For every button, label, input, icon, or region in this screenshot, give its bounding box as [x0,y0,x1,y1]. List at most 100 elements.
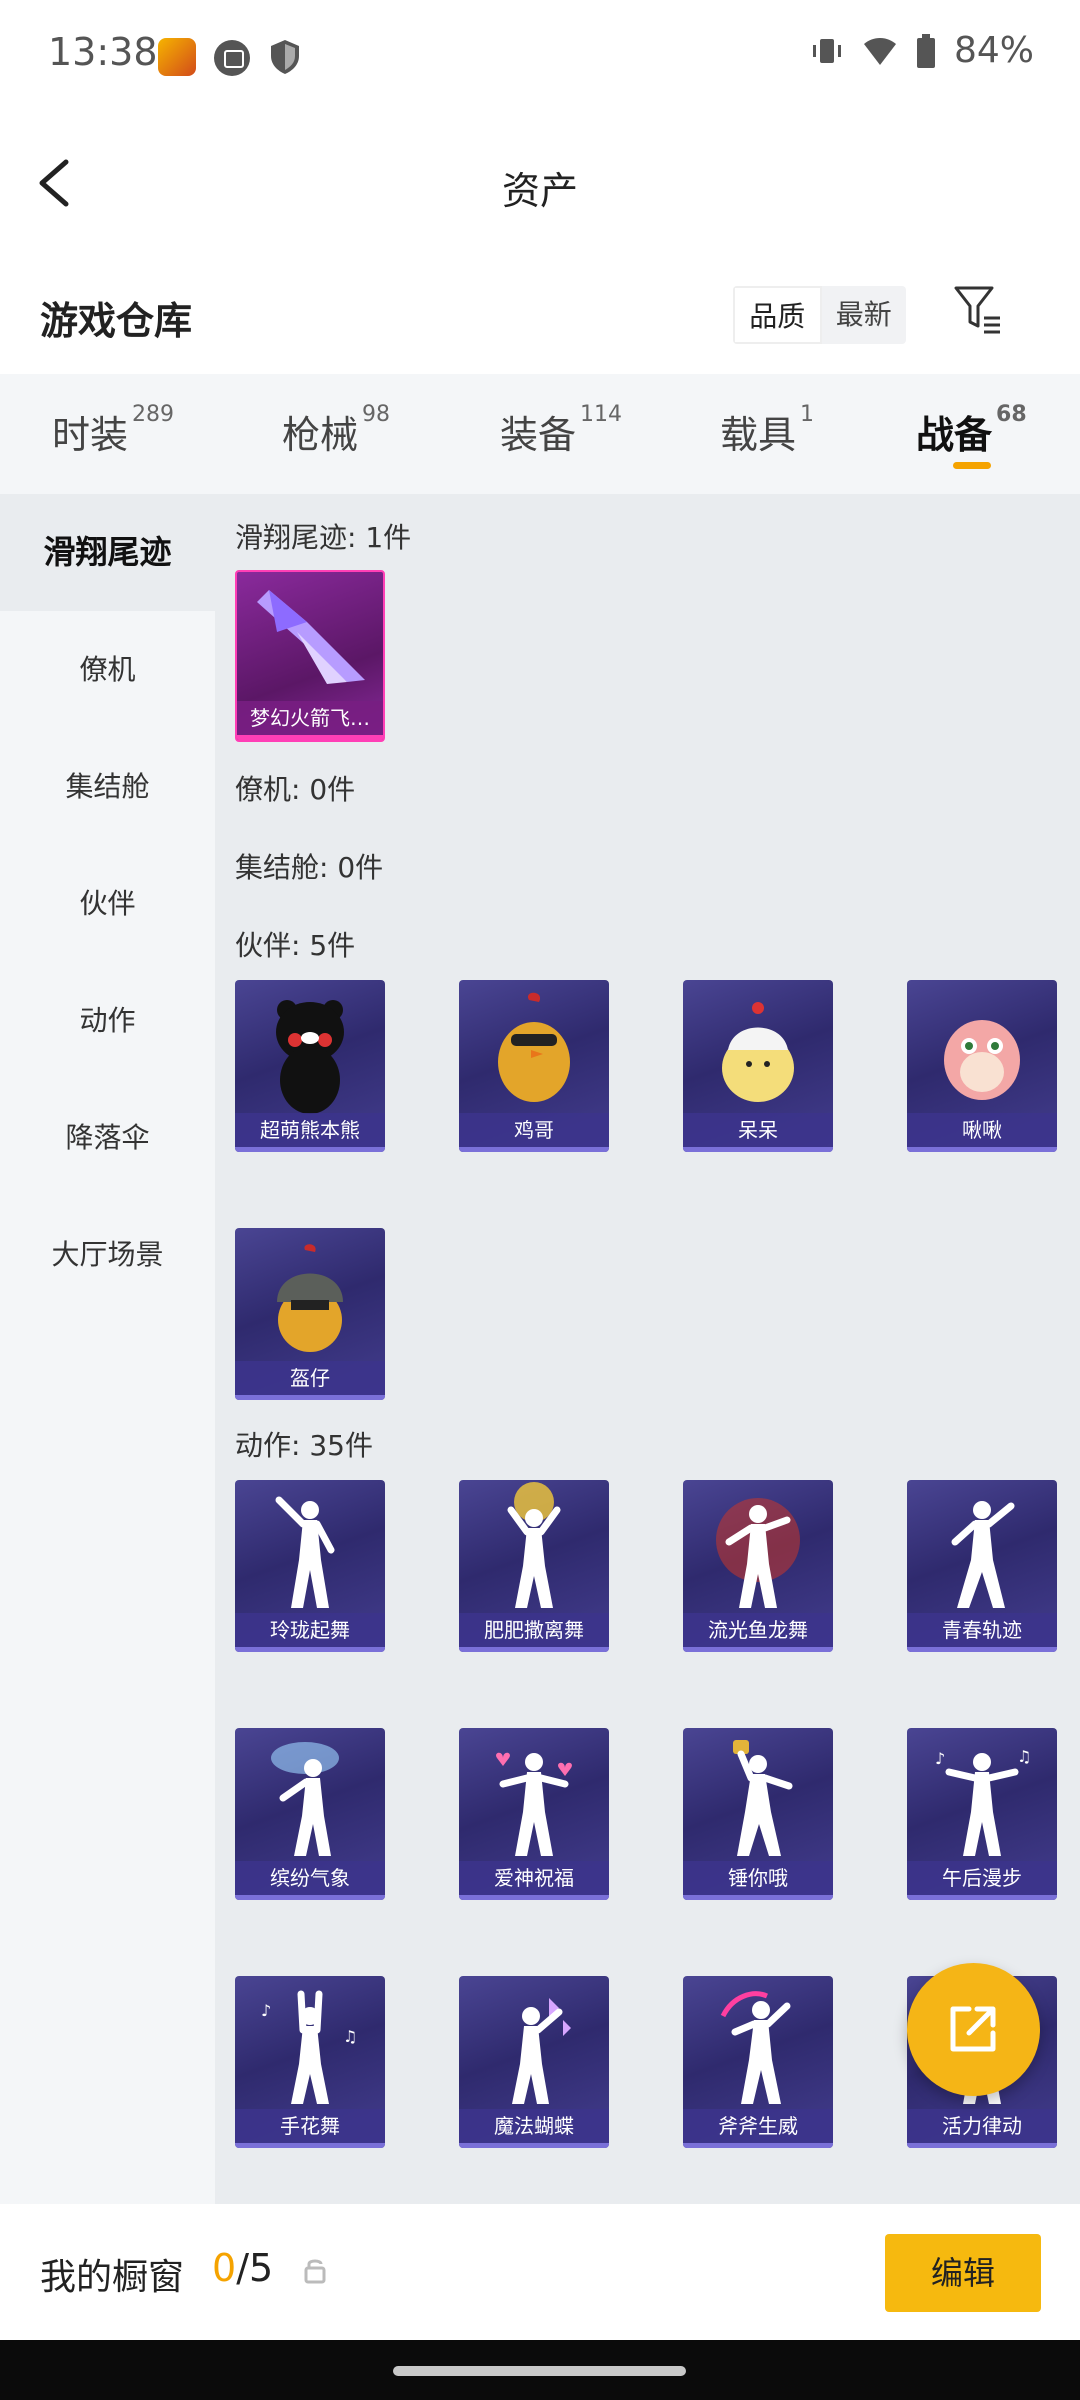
wifi-icon [863,37,896,65]
helmet-chick-image [277,1244,343,1352]
tab-weapons[interactable]: 枪械 98 [282,402,391,459]
sort-quality-button[interactable]: 品质 [733,286,822,344]
item-name: 呆呆 [683,1113,833,1147]
sidebar-item-partner[interactable]: 伙伴 [0,845,215,962]
dancer-image [512,1998,571,2104]
sidebar-item-parachute[interactable]: 降落伞 [0,1079,215,1196]
item-card[interactable]: 青春轨迹 [907,1480,1057,1652]
tab-label: 枪械 [282,413,359,457]
dancer-image [951,1501,1015,1608]
item-card[interactable]: 盔仔 [235,1228,385,1400]
item-card[interactable]: 鸡哥 [459,980,609,1152]
item-name: 活力律动 [907,2109,1057,2143]
share-icon [950,2006,996,2052]
lock-icon [304,2259,326,2284]
glide-section-label: 滑翔尾迹: 1件 [235,521,412,554]
partner-section-label: 伙伴: 5件 [235,929,356,962]
showcase-label: 我的橱窗 [40,2257,185,2298]
svg-text:♪: ♪ [261,2001,271,2020]
pink-bird-image [944,1020,1020,1100]
dancer-image [720,1991,791,2104]
item-card[interactable]: 玲珑起舞 [235,1480,385,1652]
item-card[interactable]: 魔法蝴蝶 [459,1976,609,2148]
filter-icon[interactable] [952,282,1004,338]
active-tab-indicator [953,462,991,469]
dancer-image [716,1498,800,1608]
item-card[interactable]: 啾啾 [907,980,1057,1152]
tab-label: 装备 [500,413,577,457]
svg-text:♫: ♫ [1017,1747,1031,1766]
sidebar-item-lobby-scene[interactable]: 大厅场景 [0,1196,215,1313]
sort-newest-button[interactable]: 最新 [822,286,907,344]
warehouse-title: 游戏仓库 [40,299,193,343]
item-card[interactable]: 肥肥撒离舞 [459,1480,609,1652]
tab-label: 战备 [916,413,993,457]
item-name: 缤纷气象 [235,1861,385,1895]
sidebar-item-rally-pod[interactable]: 集结舱 [0,728,215,845]
tab-vehicles[interactable]: 载具 1 [720,402,814,459]
item-name: 午后漫步 [907,1861,1057,1895]
status-bar: 13:38 84% [0,0,1080,110]
item-card[interactable]: 超萌熊本熊 [235,980,385,1152]
item-card[interactable]: 梦幻火箭飞… [235,570,385,742]
item-name: 锤你哦 [683,1861,833,1895]
item-name: 魔法蝴蝶 [459,2109,609,2143]
dancer-image: ♪♫ [261,1990,357,2104]
share-button[interactable] [907,1963,1040,2096]
item-card[interactable]: ♪ ♫ 手花舞 [235,1976,385,2148]
page-title: 资产 [501,169,578,213]
shield-icon [271,40,299,74]
tab-count: 98 [362,402,391,427]
sidebar-item-emote[interactable]: 动作 [0,962,215,1079]
game-app-icon [158,38,196,76]
dancer-image [275,1496,335,1608]
sidebar-item-wingman[interactable]: 僚机 [0,611,215,728]
pod-section-label: 集结舱: 0件 [235,851,384,884]
tab-fashion[interactable]: 时装 289 [52,402,175,459]
item-card[interactable]: 缤纷气象 [235,1728,385,1900]
showcase-total: /5 [236,2246,274,2290]
dancer-image [496,1752,572,1856]
sidebar-item-glide-trail[interactable]: 滑翔尾迹 [0,494,215,611]
item-name: 啾啾 [907,1113,1057,1147]
item-name: 盔仔 [235,1361,385,1395]
item-name: 斧斧生威 [683,2109,833,2143]
item-name: 手花舞 [235,2109,385,2143]
item-card[interactable]: 锤你哦 [683,1728,833,1900]
home-indicator[interactable] [393,2366,686,2376]
item-card[interactable]: 爱神祝福 [459,1728,609,1900]
header: 资产 [0,110,1080,260]
item-card[interactable]: 流光鱼龙舞 [683,1480,833,1652]
glider-image [257,590,365,684]
dancer-image [271,1742,339,1856]
calendar-icon [214,40,250,76]
showcase-used: 0 [212,2246,237,2290]
item-name: 流光鱼龙舞 [683,1613,833,1647]
item-name: 肥肥撒离舞 [459,1613,609,1647]
item-name: 梦幻火箭飞… [237,701,383,735]
tab-combat-gear[interactable]: 战备 68 [916,402,1027,459]
warehouse-bar: 游戏仓库 品质 最新 [0,260,1080,374]
battery-icon [916,33,935,68]
item-name: 鸡哥 [459,1113,609,1147]
tab-count: 289 [132,402,175,427]
battery-percent: 84% [953,30,1034,71]
svg-text:♪: ♪ [935,1749,945,1768]
showcase-count: 0/5 [212,2246,273,2290]
item-card[interactable]: ♪ ♫ 午后漫步 [907,1728,1057,1900]
item-card[interactable]: 呆呆 [683,980,833,1152]
item-name: 超萌熊本熊 [235,1113,385,1147]
dancer-image [733,1740,793,1856]
tab-label: 时装 [52,413,129,457]
vibrate-icon [812,38,841,63]
bear-mascot-image [276,1000,344,1114]
tab-count: 114 [580,402,623,427]
item-card[interactable]: 斧斧生威 [683,1976,833,2148]
svg-text:♫: ♫ [343,2027,357,2046]
item-name: 青春轨迹 [907,1613,1057,1647]
tab-equipment[interactable]: 装备 114 [500,402,623,459]
dancer-image [507,1482,561,1608]
dancer-image: ♪♫ [935,1747,1031,1856]
category-tabs: 时装 289 枪械 98 装备 114 载具 1 战备 68 [0,374,1080,494]
edit-button[interactable]: 编辑 [885,2234,1041,2312]
